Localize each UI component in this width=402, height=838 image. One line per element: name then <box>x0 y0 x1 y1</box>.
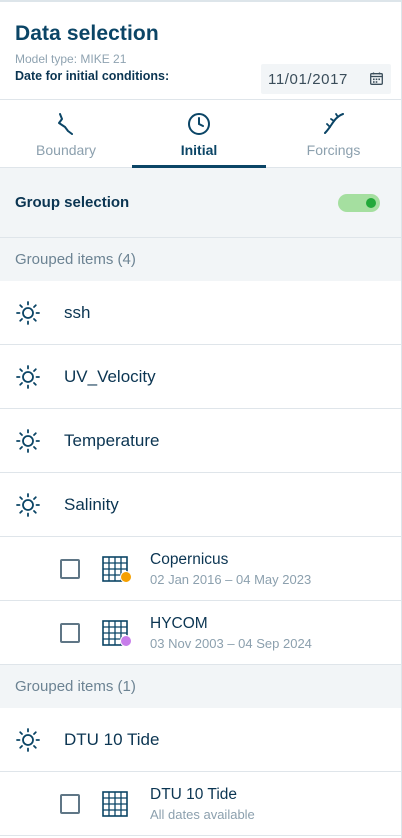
tab-bar: Boundary Initial Forcings <box>0 100 401 168</box>
list-item[interactable]: UV_Velocity <box>0 345 401 409</box>
data-selection-panel: Data selection Model type: MIKE 21 Date … <box>0 0 402 838</box>
source-text: HYCOM 03 Nov 2003 – 04 Sep 2024 <box>150 615 312 651</box>
item-label: Salinity <box>64 494 119 514</box>
tab-label: Forcings <box>306 142 361 158</box>
group-selection-toggle[interactable] <box>338 193 380 212</box>
source-name: DTU 10 Tide <box>150 785 238 803</box>
item-label: Temperature <box>64 430 160 450</box>
source-dates: All dates available <box>150 806 255 822</box>
item-label: DTU 10 Tide <box>64 729 160 749</box>
calendar-icon[interactable] <box>370 72 383 85</box>
page-title: Data selection <box>15 22 159 45</box>
grid-icon <box>102 556 132 583</box>
source-row-hycom: HYCOM 03 Nov 2003 – 04 Sep 2024 <box>0 601 401 665</box>
tab-forcings[interactable]: Forcings <box>266 100 401 167</box>
source-color-dot <box>120 634 132 647</box>
forcings-line-icon <box>323 113 344 134</box>
tab-label: Boundary <box>36 142 96 158</box>
tab-initial[interactable]: Initial <box>132 100 266 168</box>
group-selection-row: Group selection <box>0 168 401 238</box>
source-text: DTU 10 Tide All dates available <box>150 786 255 822</box>
source-checkbox[interactable] <box>60 622 80 643</box>
source-color-dot <box>120 570 132 583</box>
source-name: HYCOM <box>150 614 208 632</box>
source-row-dtu10: DTU 10 Tide All dates available <box>0 772 401 836</box>
sun-icon <box>15 300 41 326</box>
grid-icon <box>102 620 132 647</box>
sun-icon <box>15 364 41 390</box>
group-header: Grouped items (4) <box>0 238 401 281</box>
panel-header: Data selection Model type: MIKE 21 Date … <box>0 2 401 100</box>
date-value: 11/01/2017 <box>268 70 348 88</box>
grid-icon <box>102 791 128 817</box>
sun-icon <box>15 428 41 454</box>
group-selection-label: Group selection <box>15 194 130 211</box>
source-text: Copernicus 02 Jan 2016 – 04 May 2023 <box>150 551 311 587</box>
date-input[interactable]: 11/01/2017 <box>261 64 391 94</box>
source-dates: 03 Nov 2003 – 04 Sep 2024 <box>150 635 312 651</box>
boundary-line-icon <box>58 113 73 135</box>
sun-icon <box>15 727 41 753</box>
clock-icon <box>188 113 210 135</box>
tab-label: Initial <box>180 142 218 158</box>
list-item[interactable]: ssh <box>0 281 401 345</box>
source-name: Copernicus <box>150 550 229 568</box>
source-checkbox[interactable] <box>60 558 80 579</box>
source-row-copernicus: Copernicus 02 Jan 2016 – 04 May 2023 <box>0 537 401 601</box>
item-label: UV_Velocity <box>64 366 156 386</box>
tab-boundary[interactable]: Boundary <box>0 100 132 167</box>
toggle-knob <box>366 197 376 208</box>
group-header: Grouped items (1) <box>0 665 401 708</box>
item-label: ssh <box>64 302 91 322</box>
sun-icon <box>15 492 41 518</box>
source-dates: 02 Jan 2016 – 04 May 2023 <box>150 571 312 587</box>
source-checkbox[interactable] <box>60 793 80 814</box>
list-item[interactable]: Salinity <box>0 473 401 537</box>
list-item[interactable]: Temperature <box>0 409 401 473</box>
list-item[interactable]: DTU 10 Tide <box>0 708 401 772</box>
